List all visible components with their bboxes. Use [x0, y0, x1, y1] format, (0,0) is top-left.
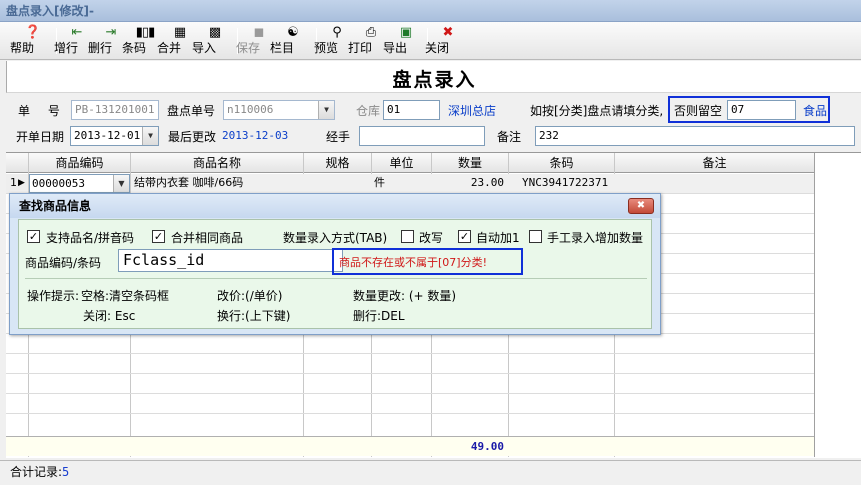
rewrite-checkbox[interactable] — [401, 230, 414, 243]
manual-add-label: 手工录入增加数量 — [547, 231, 644, 245]
close-icon[interactable]: ✖ — [628, 198, 654, 214]
col-header-barcode[interactable]: 条码 — [509, 153, 614, 173]
barcode-icon: ▮▯▮ — [135, 25, 155, 40]
last-modified-value: 2013-12-03 — [222, 129, 289, 142]
error-message: 商品不存在或不属于[07]分类! — [339, 256, 487, 269]
qty-mode-label: 数量录入方式(TAB) — [283, 231, 388, 245]
help-icon: ❓ — [24, 25, 42, 40]
col-header-name[interactable]: 商品名称 — [131, 153, 303, 173]
category-hint: 如按[分类]盘点请填分类, — [530, 104, 664, 118]
open-date-picker[interactable]: 2013-12-01 ▼ — [70, 126, 159, 146]
printer-icon: ⎙ — [365, 25, 377, 40]
total-qty: 49.00 — [470, 440, 504, 453]
save-icon: ◼ — [253, 25, 265, 40]
grid-row-line — [6, 413, 814, 414]
row-indicator: 1 ▶ — [6, 174, 28, 193]
form-header: 盘点录入 — [6, 61, 861, 93]
export-button[interactable]: ▣ 导出 — [383, 24, 423, 58]
merge-same-label: 合并相同商品 — [171, 231, 244, 245]
tip-newline: 换行:(上下键) — [217, 309, 291, 323]
merge-same-checkbox[interactable]: ✓ — [152, 230, 165, 243]
tip-qty: 数量更改: (+ 数量) — [353, 289, 457, 303]
toolbar: ❓ 帮助 ⇤ 增行 ⇥ 删行 ▮▯▮ 条码 ▦ 合并 ▩ 导入 ◼ 保存 ☯ 栏… — [0, 22, 861, 60]
warehouse-name: 深圳总店 — [448, 104, 497, 118]
handler-field[interactable] — [359, 126, 485, 146]
dialog-body: ✓ 支持品名/拼音码 ✓ 合并相同商品 数量录入方式(TAB) 改写 ✓ 自动加… — [18, 219, 652, 329]
row-pointer-icon: ▶ — [18, 178, 25, 188]
grid-row-line — [6, 373, 814, 374]
import-icon: ▩ — [208, 25, 222, 40]
record-count: 5 — [62, 465, 70, 479]
code-cell-editor[interactable]: 00000053 ▼ — [29, 174, 130, 193]
remark-field[interactable]: 232 — [535, 126, 855, 146]
handler-label: 经手 — [326, 130, 351, 144]
col-header-unit[interactable]: 单位 — [372, 153, 431, 173]
doc-no-field[interactable]: PB-131201001 — [71, 100, 159, 120]
merge-icon: ▦ — [173, 25, 187, 40]
tips-title: 操作提示: — [27, 289, 80, 303]
window-title: 盘点录入[修改]- — [0, 0, 861, 22]
inv-no-value: n110006 — [227, 103, 274, 116]
warehouse-label: 仓库 — [356, 104, 381, 118]
support-pinyin-label: 支持品名/拼音码 — [46, 231, 135, 245]
remark-label: 备注 — [497, 130, 522, 144]
doc-no-label: 单 号 — [18, 104, 60, 118]
help-button[interactable]: ❓ 帮助 — [10, 24, 50, 58]
grid-row-line — [6, 393, 814, 394]
col-header-code[interactable]: 商品编码 — [29, 153, 130, 173]
form-title: 盘点录入 — [392, 69, 477, 91]
status-bar: 合计记录:5 — [0, 460, 861, 485]
chevron-down-icon[interactable]: ▼ — [113, 175, 129, 192]
grid-column-line — [814, 153, 815, 457]
col-header-remark[interactable]: 备注 — [615, 153, 814, 173]
auto-add-checkbox[interactable]: ✓ — [458, 230, 471, 243]
warehouse-code-field[interactable]: 01 — [383, 100, 440, 120]
code-label: 商品编码/条码 — [25, 256, 102, 270]
row-header-corner — [6, 153, 28, 173]
open-date-value: 2013-12-01 — [74, 129, 141, 142]
open-date-label: 开单日期 — [16, 130, 65, 144]
category-code-field[interactable]: 07 — [727, 100, 796, 120]
record-count-label: 合计记录: — [10, 465, 63, 479]
dialog-title: 查找商品信息 — [10, 194, 660, 218]
tip-space: 空格:清空条码框 — [81, 289, 170, 303]
inv-no-combo[interactable]: n110006 ▼ — [223, 100, 335, 120]
excel-icon: ▣ — [399, 25, 413, 40]
tip-close: 关闭: Esc — [83, 309, 136, 323]
last-modified-label: 最后更改 — [168, 130, 217, 144]
inv-no-label: 盘点单号 — [167, 104, 216, 118]
dialog-divider — [25, 278, 647, 279]
code-input[interactable]: Fclass_id — [118, 249, 343, 272]
chevron-down-icon[interactable]: ▼ — [318, 101, 334, 119]
close-button[interactable]: ✖ 关闭 — [425, 24, 465, 58]
col-header-spec[interactable]: 规格 — [304, 153, 371, 173]
category-name: 食品 — [803, 104, 828, 118]
columns-icon: ☯ — [287, 25, 299, 40]
add-row-icon: ⇤ — [71, 25, 83, 40]
else-blank-label: 否则留空 — [674, 104, 723, 118]
auto-add-label: 自动加1 — [476, 231, 520, 245]
col-header-qty[interactable]: 数量 — [432, 153, 508, 173]
close-icon: ✖ — [442, 25, 454, 40]
tip-delete: 删行:DEL — [353, 309, 405, 323]
delete-row-icon: ⇥ — [105, 25, 117, 40]
columns-button[interactable]: ☯ 栏目 — [270, 24, 310, 58]
table-row[interactable]: 1 ▶ 00000053 ▼ 结带内衣套 咖啡/66码 件 23.00 YNC3… — [6, 174, 814, 193]
chevron-down-icon[interactable]: ▼ — [142, 127, 158, 145]
rewrite-label: 改写 — [419, 231, 444, 245]
magnifier-icon: ⚲ — [332, 25, 342, 40]
form-area: 单 号 PB-131201001 盘点单号 n110006 ▼ 仓库 01 深圳… — [6, 93, 861, 149]
tip-price: 改价:(/单价) — [217, 289, 283, 303]
find-product-dialog: 查找商品信息 ✖ ✓ 支持品名/拼音码 ✓ 合并相同商品 数量录入方式(TAB)… — [9, 193, 661, 335]
grid-total-row: 49.00 — [6, 436, 814, 456]
grid-row-line — [6, 353, 814, 354]
manual-add-checkbox[interactable] — [529, 230, 542, 243]
import-button[interactable]: ▩ 导入 — [192, 24, 232, 58]
support-pinyin-checkbox[interactable]: ✓ — [27, 230, 40, 243]
